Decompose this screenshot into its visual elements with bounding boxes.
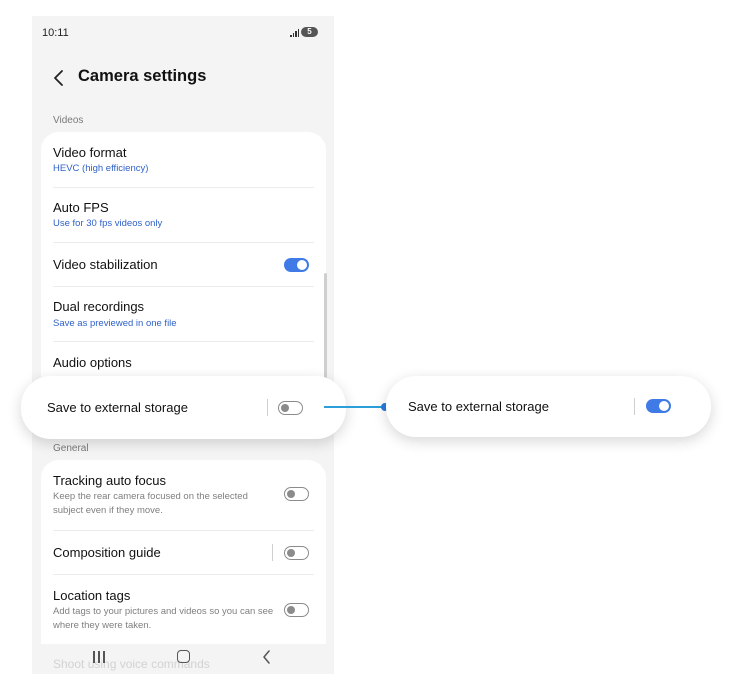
save-external-storage-toggle-off[interactable] bbox=[278, 401, 303, 415]
setting-location-tags[interactable]: Location tags Add tags to your pictures … bbox=[53, 575, 314, 644]
setting-video-stabilization[interactable]: Video stabilization bbox=[53, 243, 314, 287]
callout-before: Save to external storage bbox=[21, 376, 346, 439]
status-bar: 10:11 5 bbox=[42, 27, 326, 43]
location-tags-toggle[interactable] bbox=[284, 603, 309, 617]
setting-description: Add tags to your pictures and videos so … bbox=[53, 606, 274, 631]
setting-title: Auto FPS bbox=[53, 200, 109, 215]
setting-title: Audio options bbox=[53, 355, 132, 370]
setting-title: Video format bbox=[53, 145, 127, 160]
page-title: Camera settings bbox=[78, 67, 207, 85]
save-external-storage-toggle-on[interactable] bbox=[646, 399, 671, 413]
chevron-left-icon bbox=[54, 70, 63, 86]
callout-connector bbox=[324, 403, 389, 411]
setting-tracking-auto-focus[interactable]: Tracking auto focus Keep the rear camera… bbox=[53, 460, 314, 530]
callout-label: Save to external storage bbox=[47, 400, 188, 415]
back-button[interactable] bbox=[52, 69, 68, 87]
setting-dual-recordings[interactable]: Dual recordings Save as previewed in one… bbox=[53, 287, 314, 342]
setting-auto-fps[interactable]: Auto FPS Use for 30 fps videos only bbox=[53, 188, 314, 243]
videos-card: Video format HEVC (high efficiency) Auto… bbox=[41, 132, 326, 394]
signal-icon bbox=[290, 29, 300, 37]
divider bbox=[267, 399, 268, 416]
setting-title: Dual recordings bbox=[53, 299, 145, 314]
status-time: 10:11 bbox=[42, 27, 69, 39]
setting-description: Keep the rear camera focused on the sele… bbox=[53, 491, 248, 516]
setting-value: HEVC (high efficiency) bbox=[53, 163, 149, 174]
setting-composition-guide[interactable]: Composition guide bbox=[53, 531, 314, 574]
divider bbox=[272, 544, 273, 561]
setting-title: Video stabilization bbox=[53, 257, 158, 272]
setting-value: Use for 30 fps videos only bbox=[53, 218, 163, 229]
video-stabilization-toggle[interactable] bbox=[284, 258, 309, 272]
setting-value: Save as previewed in one file bbox=[53, 318, 177, 329]
setting-title: Tracking auto focus bbox=[53, 473, 166, 488]
setting-title: Location tags bbox=[53, 588, 131, 603]
recent-apps-icon[interactable] bbox=[93, 651, 105, 663]
scrollbar[interactable] bbox=[324, 273, 327, 393]
nav-back-icon[interactable] bbox=[261, 650, 273, 664]
composition-guide-toggle[interactable] bbox=[284, 546, 309, 560]
tracking-auto-focus-toggle[interactable] bbox=[284, 487, 309, 501]
home-icon[interactable] bbox=[177, 650, 190, 663]
callout-after: Save to external storage bbox=[386, 376, 711, 437]
setting-video-format[interactable]: Video format HEVC (high efficiency) bbox=[53, 132, 314, 187]
app-header: Camera settings bbox=[52, 66, 312, 90]
phone-screen: 10:11 5 Camera settings Videos Video for… bbox=[32, 16, 334, 674]
divider bbox=[634, 398, 635, 415]
navigation-bar bbox=[32, 642, 334, 674]
callout-label: Save to external storage bbox=[408, 399, 549, 414]
general-card: Tracking auto focus Keep the rear camera… bbox=[41, 460, 326, 644]
battery-icon: 5 bbox=[301, 27, 318, 37]
setting-title: Composition guide bbox=[53, 545, 161, 560]
section-label-general: General bbox=[53, 443, 89, 454]
section-label-videos: Videos bbox=[53, 115, 84, 126]
